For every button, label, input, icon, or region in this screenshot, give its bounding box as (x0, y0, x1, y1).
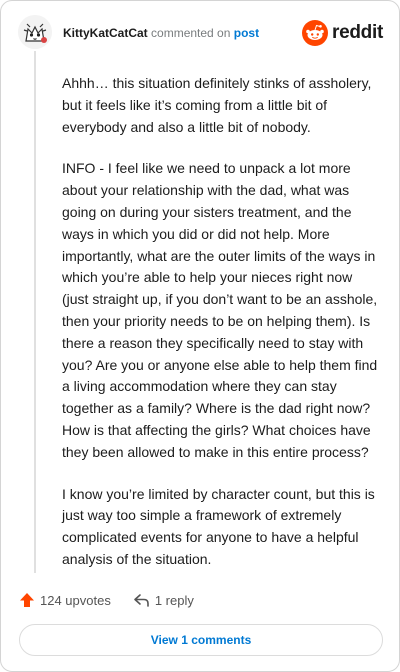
comment-body: Ahhh… this situation definitely stinks o… (62, 73, 380, 591)
comment-meta: KittyKatCatCat commented on post (63, 26, 259, 40)
username[interactable]: KittyKatCatCat (63, 26, 148, 40)
cat-avatar-icon (18, 15, 52, 49)
thread-line (34, 51, 36, 573)
meta-verb: commented on (151, 26, 231, 40)
reddit-brand[interactable]: reddit (302, 19, 383, 47)
reply-button[interactable]: 1 reply (133, 593, 194, 608)
reply-arrow-icon (134, 593, 149, 607)
comment-paragraph: Ahhh… this situation definitely stinks o… (62, 75, 372, 135)
upvote-button[interactable]: 124 upvotes (19, 592, 111, 608)
brand-wordmark: reddit (332, 22, 383, 43)
view-comments-button[interactable]: View 1 comments (19, 624, 383, 656)
upvote-count: 124 upvotes (40, 592, 111, 608)
reddit-logo-icon (302, 20, 329, 46)
comment-header: KittyKatCatCat commented on post reddit (18, 15, 385, 55)
comment-actions: 124 upvotes 1 reply (19, 589, 194, 611)
comment-card: KittyKatCatCat commented on post reddit … (0, 0, 400, 672)
post-link[interactable]: post (234, 26, 259, 40)
reply-count: 1 reply (154, 592, 194, 608)
upvote-arrow-icon (20, 593, 34, 607)
avatar[interactable] (18, 15, 52, 49)
comment-paragraph: INFO - I feel like we need to unpack a l… (62, 160, 378, 460)
comment-paragraph: I know you’re limited by character count… (62, 485, 375, 567)
